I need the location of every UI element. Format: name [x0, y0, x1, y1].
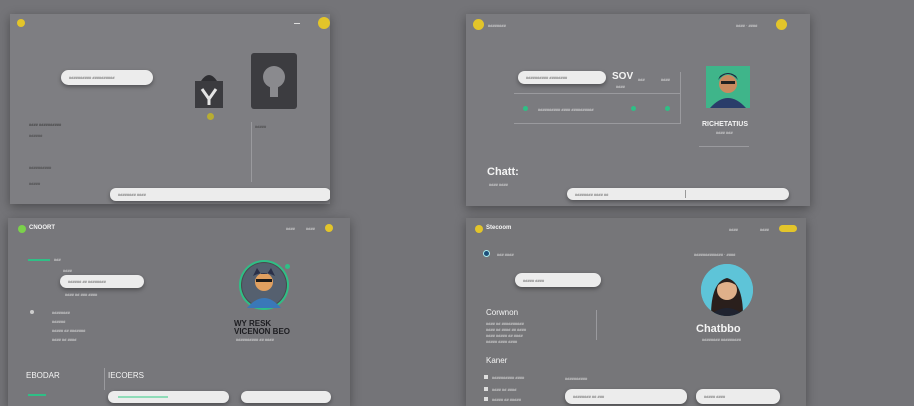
- profile-underline: [699, 146, 749, 147]
- window-panel-bottom-left: CNOORT #### #### ### #### ###### ## ####…: [8, 218, 350, 406]
- section-line: #### ## ##########: [486, 321, 524, 326]
- toggle-button[interactable]: [779, 225, 797, 232]
- window-panel-top-right: ######## #### · #### ########## ########…: [466, 14, 810, 206]
- section-divider: [596, 310, 597, 340]
- search-input[interactable]: ##### ####: [515, 273, 601, 287]
- profile-title-2: VICENON BEO: [234, 327, 291, 336]
- search-input[interactable]: ########## ##########: [61, 70, 153, 85]
- online-status-dot: [285, 264, 290, 269]
- card-label: #####: [255, 124, 267, 129]
- column-label: ##########: [565, 376, 588, 381]
- brand-name: Stecoom: [486, 225, 512, 231]
- side-label-1: ##########: [29, 165, 52, 170]
- profile-avatar[interactable]: [325, 224, 333, 232]
- checkbox-icon[interactable]: [484, 375, 488, 379]
- robot-figure-icon: [193, 69, 225, 109]
- section-right-title: IECOERS: [108, 371, 145, 380]
- input-highlight: [118, 396, 168, 398]
- section-line: #### ## #### ## ####: [486, 327, 527, 332]
- sov-sub: ####: [616, 84, 625, 89]
- section-divider: [104, 368, 105, 390]
- page-title: Chatt:: [487, 166, 519, 178]
- profile-sub: #### ###: [716, 130, 733, 135]
- text-field-1[interactable]: ######## ## ###: [565, 389, 687, 404]
- row-divider-right: [680, 72, 681, 124]
- profile-caption: ############# · ####: [694, 252, 736, 257]
- checkbox-icon[interactable]: [484, 397, 488, 401]
- header-right-links[interactable]: #### · ####: [736, 23, 757, 28]
- avatar: [701, 264, 753, 316]
- list-item[interactable]: #### ## ####: [492, 387, 516, 392]
- profile-avatar[interactable]: [776, 19, 787, 30]
- text-field-2[interactable]: ##### ####: [696, 389, 780, 404]
- minimize-icon[interactable]: [294, 23, 300, 24]
- list-item[interactable]: ##### ## #####: [492, 397, 521, 402]
- text-input[interactable]: ###### ## ########: [60, 275, 144, 288]
- row-label: ### ####: [497, 252, 514, 257]
- nav-link-2[interactable]: ####: [306, 226, 315, 231]
- app-logo-icon: [473, 19, 484, 30]
- divider: [251, 122, 252, 182]
- text-input[interactable]: [241, 391, 331, 403]
- avatar: [706, 66, 750, 108]
- row-divider-top: [514, 93, 680, 94]
- list-item[interactable]: ########## ####: [492, 375, 524, 380]
- brand-logo-icon: [18, 225, 26, 233]
- sov-meta-2: ####: [661, 77, 670, 82]
- profile-avatar[interactable]: [318, 17, 330, 29]
- menu-sub-label: ######: [29, 133, 43, 138]
- row-divider-bottom: [514, 123, 680, 124]
- row-text: ########## #### ##########: [538, 107, 594, 112]
- sov-meta-1: ###: [638, 77, 645, 82]
- list-item[interactable]: #### ## ####: [52, 337, 76, 342]
- list-item[interactable]: ########: [52, 310, 70, 315]
- brand-name: CNOORT: [29, 225, 55, 231]
- status-dot: [665, 106, 670, 111]
- sov-label: SOV: [612, 71, 634, 82]
- section-left-title: EBODAR: [26, 371, 60, 380]
- message-input[interactable]: ######## ####: [110, 188, 330, 201]
- header-text: ########: [488, 23, 506, 28]
- status-dot: [523, 106, 528, 111]
- section-line: #### ##### ## ####: [486, 333, 523, 338]
- status-dot: [631, 106, 636, 111]
- radio-icon[interactable]: [484, 251, 489, 256]
- message-input[interactable]: ######## #### ##: [567, 188, 789, 200]
- menu-label: #### ##########: [29, 122, 62, 127]
- input-caret: [685, 190, 686, 198]
- profile-name: RICHETATIUS: [702, 121, 749, 128]
- progress-bar: [28, 259, 50, 261]
- side-label-2: #####: [29, 181, 41, 186]
- list-item[interactable]: ######: [52, 319, 65, 324]
- status-dot: [207, 113, 214, 120]
- checkbox-icon[interactable]: [484, 387, 488, 391]
- avatar: [241, 262, 287, 308]
- window-panel-bottom-right: Stecoom #### #### ### #### ##### #### Co…: [466, 218, 806, 406]
- progress-label: ###: [54, 257, 61, 262]
- window-panel-top-left: ########## ########## #### ########## ##…: [10, 14, 330, 204]
- nav-link-1[interactable]: ####: [729, 227, 738, 232]
- bullet-icon: [30, 310, 34, 314]
- page-subtitle: #### ####: [489, 182, 508, 187]
- input-sub: #### ## ### ####: [65, 292, 98, 297]
- section-line: ##### #### ####: [486, 339, 518, 344]
- input-label: ####: [63, 268, 72, 273]
- profile-sub: ######## #########: [702, 337, 741, 342]
- nav-link-2[interactable]: ####: [760, 227, 769, 232]
- user-card-icon: [251, 53, 297, 109]
- nav-link-1[interactable]: ####: [286, 226, 295, 231]
- profile-name: Chatbbo: [696, 323, 741, 335]
- search-input[interactable]: ########## ########: [518, 71, 606, 84]
- tab-indicator: [28, 394, 46, 396]
- app-logo-icon: [17, 19, 25, 27]
- brand-logo-icon: [475, 225, 483, 233]
- section-title: Corwnon: [486, 308, 519, 317]
- kaner-title: Kaner: [486, 356, 508, 365]
- list-item[interactable]: ##### ## #######: [52, 328, 85, 333]
- profile-sub: ########## ## ####: [236, 337, 274, 342]
